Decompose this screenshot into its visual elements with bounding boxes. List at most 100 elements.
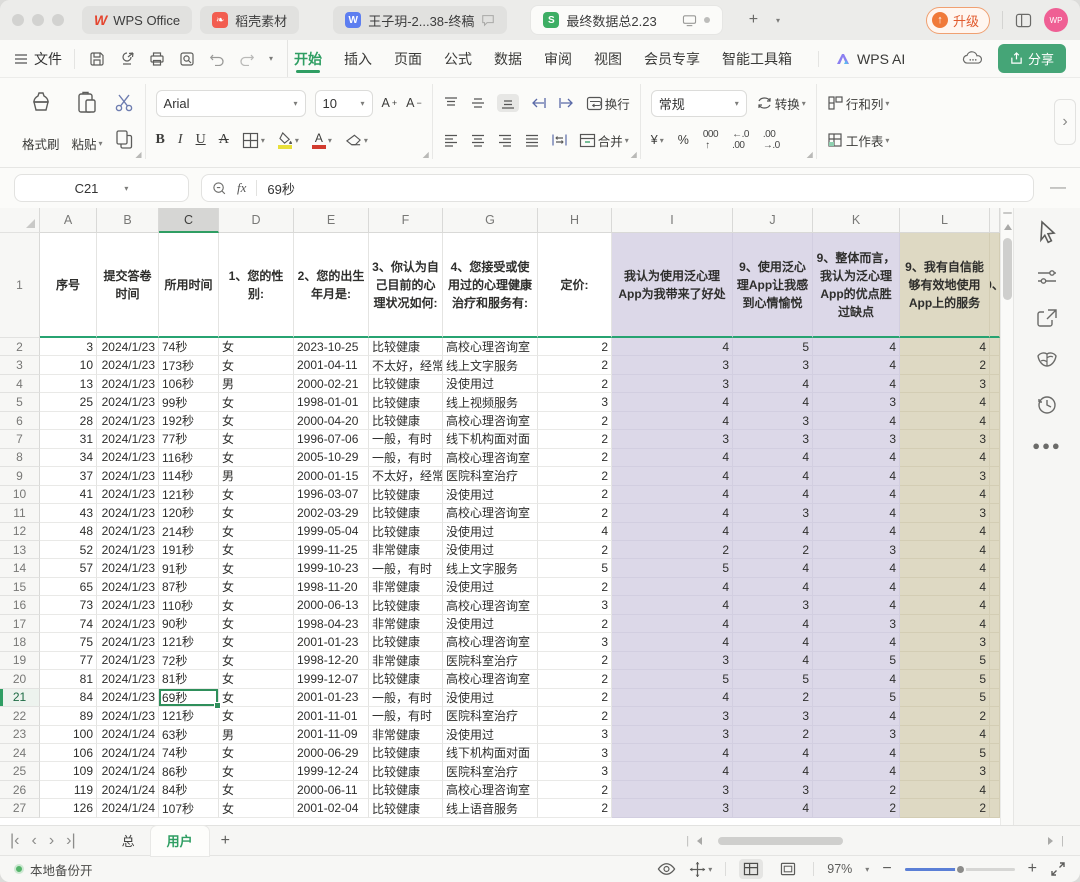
menu-tab-开始[interactable]: 开始 xyxy=(294,40,322,77)
cell-J25[interactable]: 4 xyxy=(733,762,813,780)
new-tab-icon[interactable]: + xyxy=(744,11,763,29)
cell-A4[interactable]: 13 xyxy=(40,375,97,393)
formula-input[interactable]: fx 69秒 xyxy=(201,174,1034,202)
cell-H23[interactable]: 3 xyxy=(538,726,612,744)
cell-K24[interactable]: 4 xyxy=(813,744,900,762)
cell-I3[interactable]: 3 xyxy=(612,356,733,374)
cell-I23[interactable]: 3 xyxy=(612,726,733,744)
cell-J20[interactable]: 5 xyxy=(733,670,813,688)
cell-C15[interactable]: 87秒 xyxy=(159,578,219,596)
row-header-2[interactable]: 2 xyxy=(0,338,40,356)
cell-B17[interactable]: 2024/1/23 xyxy=(97,615,159,633)
row-header-13[interactable]: 13 xyxy=(0,541,40,559)
cell-L17[interactable]: 4 xyxy=(900,615,990,633)
cell-J18[interactable]: 4 xyxy=(733,633,813,651)
cell-A20[interactable]: 81 xyxy=(40,670,97,688)
cell-C14[interactable]: 91秒 xyxy=(159,559,219,577)
vertical-scrollbar[interactable] xyxy=(1000,208,1013,825)
thousand-separator-button[interactable]: 000 ↑ xyxy=(703,129,718,151)
cell-B24[interactable]: 2024/1/24 xyxy=(97,744,159,762)
font-size-select[interactable]: 10▾ xyxy=(315,90,373,117)
cell-B3[interactable]: 2024/1/23 xyxy=(97,356,159,374)
cell-I24[interactable]: 4 xyxy=(612,744,733,762)
cell-D5[interactable]: 女 xyxy=(219,393,294,411)
cell-F3[interactable]: 不太好，经常 xyxy=(369,356,443,374)
cell-C2[interactable]: 74秒 xyxy=(159,338,219,356)
cell-I2[interactable]: 4 xyxy=(612,338,733,356)
cell-F23[interactable]: 非常健康 xyxy=(369,726,443,744)
cell-E18[interactable]: 2001-01-23 xyxy=(294,633,369,651)
menu-tab-审阅[interactable]: 审阅 xyxy=(544,40,572,77)
undo-icon[interactable] xyxy=(209,52,225,66)
cell-B6[interactable]: 2024/1/23 xyxy=(97,412,159,430)
cell-A10[interactable]: 41 xyxy=(40,486,97,504)
cell-A2[interactable]: 3 xyxy=(40,338,97,356)
header-cell-G1[interactable]: 4、您接受或使用过的心理健康治疗和服务有: xyxy=(443,233,538,338)
cell-L18[interactable]: 3 xyxy=(900,633,990,651)
cell-C23[interactable]: 63秒 xyxy=(159,726,219,744)
cell-C20[interactable]: 81秒 xyxy=(159,670,219,688)
select-all-corner[interactable] xyxy=(0,208,40,233)
fx-icon[interactable]: fx xyxy=(237,180,246,196)
justify-button[interactable] xyxy=(524,133,540,147)
cell-I15[interactable]: 4 xyxy=(612,578,733,596)
cell-F8[interactable]: 一般，有时 xyxy=(369,449,443,467)
cell-E9[interactable]: 2000-01-15 xyxy=(294,467,369,485)
cell-C19[interactable]: 72秒 xyxy=(159,652,219,670)
column-header-clipped[interactable] xyxy=(990,208,1000,233)
tab-wps-home[interactable]: W WPS Office xyxy=(82,6,192,34)
cell-G10[interactable]: 没使用过 xyxy=(443,486,538,504)
cell-K12[interactable]: 4 xyxy=(813,523,900,541)
cell-H12[interactable]: 4 xyxy=(538,523,612,541)
cell-B16[interactable]: 2024/1/23 xyxy=(97,596,159,614)
cell-G15[interactable]: 没使用过 xyxy=(443,578,538,596)
cell-J13[interactable]: 2 xyxy=(733,541,813,559)
row-header-6[interactable]: 6 xyxy=(0,412,40,430)
cell-E24[interactable]: 2000-06-29 xyxy=(294,744,369,762)
cell-I4[interactable]: 3 xyxy=(612,375,733,393)
tab-docer[interactable]: ❧ 稻壳素材 xyxy=(200,6,299,34)
column-header-K[interactable]: K xyxy=(813,208,900,233)
cell-E12[interactable]: 1999-05-04 xyxy=(294,523,369,541)
cell-B14[interactable]: 2024/1/23 xyxy=(97,559,159,577)
decrease-font-button[interactable]: A− xyxy=(406,96,422,110)
cell-C12[interactable]: 214秒 xyxy=(159,523,219,541)
underline-button[interactable]: U xyxy=(196,132,206,148)
cell-D9[interactable]: 男 xyxy=(219,467,294,485)
column-header-F[interactable]: F xyxy=(369,208,443,233)
cell-F5[interactable]: 比较健康 xyxy=(369,393,443,411)
cell-I5[interactable]: 4 xyxy=(612,393,733,411)
cell-C4[interactable]: 106秒 xyxy=(159,375,219,393)
cell-F2[interactable]: 比较健康 xyxy=(369,338,443,356)
zoom-slider-thumb[interactable] xyxy=(955,864,966,875)
traffic-lights[interactable] xyxy=(12,14,64,26)
close-window-icon[interactable] xyxy=(12,14,24,26)
cell-C7[interactable]: 77秒 xyxy=(159,430,219,448)
cell-D15[interactable]: 女 xyxy=(219,578,294,596)
cell-C6[interactable]: 192秒 xyxy=(159,412,219,430)
row-header-4[interactable]: 4 xyxy=(0,375,40,393)
cell-H4[interactable]: 2 xyxy=(538,375,612,393)
copy-button[interactable] xyxy=(113,128,135,150)
cell-F10[interactable]: 比较健康 xyxy=(369,486,443,504)
cell-J6[interactable]: 3 xyxy=(733,412,813,430)
cell-J26[interactable]: 3 xyxy=(733,781,813,799)
cell-C13[interactable]: 191秒 xyxy=(159,541,219,559)
cell-A21[interactable]: 84 xyxy=(40,689,97,707)
format-painter-button[interactable]: 格式刷 xyxy=(20,86,62,157)
cell-F7[interactable]: 一般，有时 xyxy=(369,430,443,448)
cell-D20[interactable]: 女 xyxy=(219,670,294,688)
cell-H16[interactable]: 3 xyxy=(538,596,612,614)
menu-tab-插入[interactable]: 插入 xyxy=(344,40,372,77)
clear-format-button[interactable]: ▾ xyxy=(345,133,368,147)
cell-I9[interactable]: 4 xyxy=(612,467,733,485)
cell-K16[interactable]: 4 xyxy=(813,596,900,614)
cell-J27[interactable]: 4 xyxy=(733,799,813,817)
cell-F4[interactable]: 比较健康 xyxy=(369,375,443,393)
cell-L25[interactable]: 3 xyxy=(900,762,990,780)
cell-I17[interactable]: 4 xyxy=(612,615,733,633)
cell-G20[interactable]: 高校心理咨询室 xyxy=(443,670,538,688)
cell-L3[interactable]: 2 xyxy=(900,356,990,374)
cell-K8[interactable]: 4 xyxy=(813,449,900,467)
cell-L13[interactable]: 4 xyxy=(900,541,990,559)
